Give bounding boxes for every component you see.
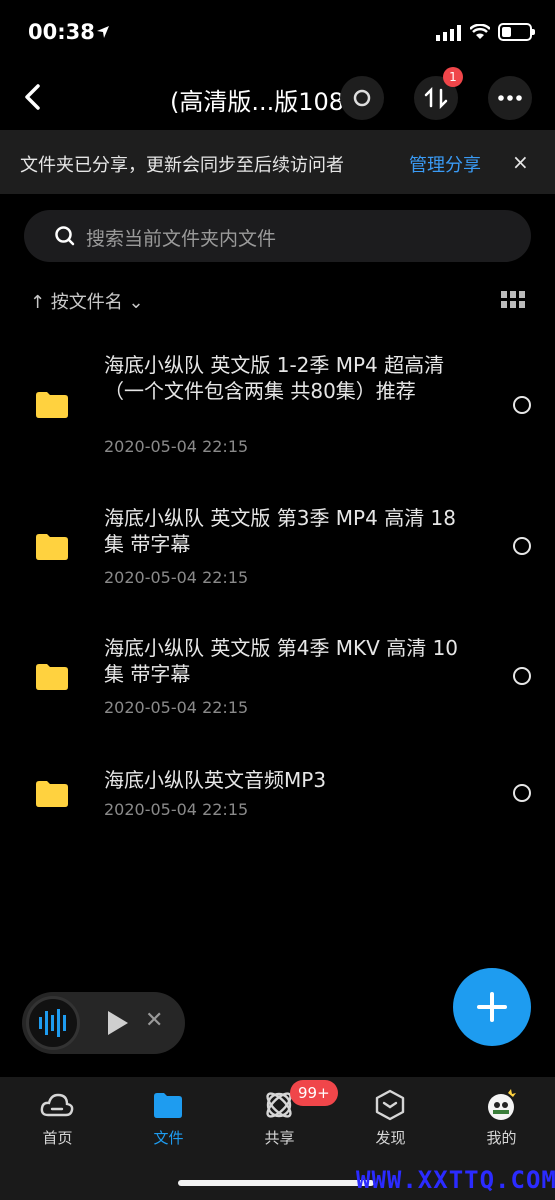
watermark: WWW.XXTTQ.COM bbox=[356, 1166, 555, 1194]
tab-label: 首页 bbox=[42, 1129, 73, 1147]
avatar bbox=[488, 1089, 516, 1120]
sort-by-name-button[interactable]: ↑ 按文件名 ⌄ bbox=[30, 288, 144, 314]
play-icon[interactable] bbox=[108, 1011, 128, 1035]
search-input[interactable]: 搜索当前文件夹内文件 bbox=[24, 210, 531, 262]
share-banner-text: 文件夹已分享，更新会同步至后续访问者 bbox=[20, 155, 344, 176]
file-date: 2020-05-04 22:15 bbox=[104, 568, 249, 587]
location-arrow-icon bbox=[97, 26, 109, 38]
folder-icon bbox=[36, 392, 68, 418]
select-radio[interactable] bbox=[513, 396, 531, 414]
tab-label: 文件 bbox=[153, 1129, 184, 1147]
close-player-icon[interactable]: ✕ bbox=[145, 1008, 163, 1033]
search-placeholder: 搜索当前文件夹内文件 bbox=[86, 228, 277, 250]
list-item[interactable]: 海底小纵队 英文版 第3季 MP4 高清 18集 带字幕 2020-05-04 … bbox=[0, 494, 555, 604]
status-bar: 00:38 bbox=[0, 0, 555, 66]
file-name: 海底小纵队英文音频MP3 bbox=[104, 768, 327, 792]
list-item[interactable]: 海底小纵队 英文版 1-2季 MP4 超高清（一个文件包含两集 共80集）推荐 … bbox=[0, 340, 555, 470]
box-icon bbox=[375, 1089, 405, 1121]
file-date: 2020-05-04 22:15 bbox=[104, 698, 249, 717]
grid-view-icon[interactable] bbox=[501, 291, 525, 309]
file-name: 海底小纵队 英文版 第3季 MP4 高清 18集 带字幕 bbox=[104, 506, 457, 556]
select-radio[interactable] bbox=[513, 784, 531, 802]
tab-files[interactable]: 文件 bbox=[113, 1077, 224, 1167]
file-date: 2020-05-04 22:15 bbox=[104, 800, 249, 819]
shared-badge: 99+ bbox=[290, 1080, 338, 1106]
more-button[interactable] bbox=[488, 76, 532, 120]
home-indicator bbox=[178, 1180, 374, 1186]
list-item[interactable]: 海底小纵队 英文版 第4季 MKV 高清 10集 带字幕 2020-05-04 … bbox=[0, 624, 555, 734]
folder-icon bbox=[36, 781, 68, 807]
add-button[interactable] bbox=[453, 968, 531, 1046]
list-item[interactable]: 海底小纵队英文音频MP3 2020-05-04 22:15 bbox=[0, 754, 555, 834]
file-date: 2020-05-04 22:15 bbox=[104, 437, 249, 456]
tab-label: 共享 bbox=[264, 1129, 295, 1147]
folder-icon bbox=[36, 534, 68, 560]
tab-me[interactable]: 我的 bbox=[446, 1077, 555, 1167]
select-radio[interactable] bbox=[513, 667, 531, 685]
wifi-icon bbox=[470, 24, 490, 39]
status-time: 00:38 bbox=[28, 20, 95, 44]
share-banner: 文件夹已分享，更新会同步至后续访问者 管理分享 × bbox=[0, 130, 555, 194]
transfer-badge: 1 bbox=[443, 67, 463, 87]
audio-wave-icon bbox=[26, 996, 80, 1050]
manage-share-link[interactable]: 管理分享 bbox=[409, 151, 481, 177]
share-menu-button[interactable] bbox=[340, 76, 384, 120]
cloud-icon bbox=[40, 1093, 74, 1117]
tab-discover[interactable]: 发现 bbox=[335, 1077, 446, 1167]
share-icon bbox=[353, 89, 371, 107]
close-icon[interactable]: × bbox=[512, 150, 529, 174]
tab-label: 我的 bbox=[486, 1129, 517, 1147]
search-icon bbox=[55, 226, 75, 246]
cellular-signal-icon bbox=[436, 25, 461, 41]
more-dots-icon bbox=[498, 95, 522, 101]
file-name: 海底小纵队 英文版 1-2季 MP4 超高清（一个文件包含两集 共80集）推荐 bbox=[104, 353, 445, 403]
page-title: (高清版...版108集 bbox=[170, 88, 369, 116]
tab-home[interactable]: 首页 bbox=[2, 1077, 113, 1167]
select-radio[interactable] bbox=[513, 537, 531, 555]
file-name: 海底小纵队 英文版 第4季 MKV 高清 10集 带字幕 bbox=[104, 636, 459, 686]
tab-label: 发现 bbox=[375, 1129, 406, 1147]
folder-icon bbox=[36, 664, 68, 690]
folder-icon bbox=[154, 1093, 182, 1118]
header: (高清版...版108集 bbox=[0, 66, 555, 130]
battery-icon bbox=[498, 23, 535, 41]
back-arrow-icon[interactable] bbox=[18, 80, 48, 114]
